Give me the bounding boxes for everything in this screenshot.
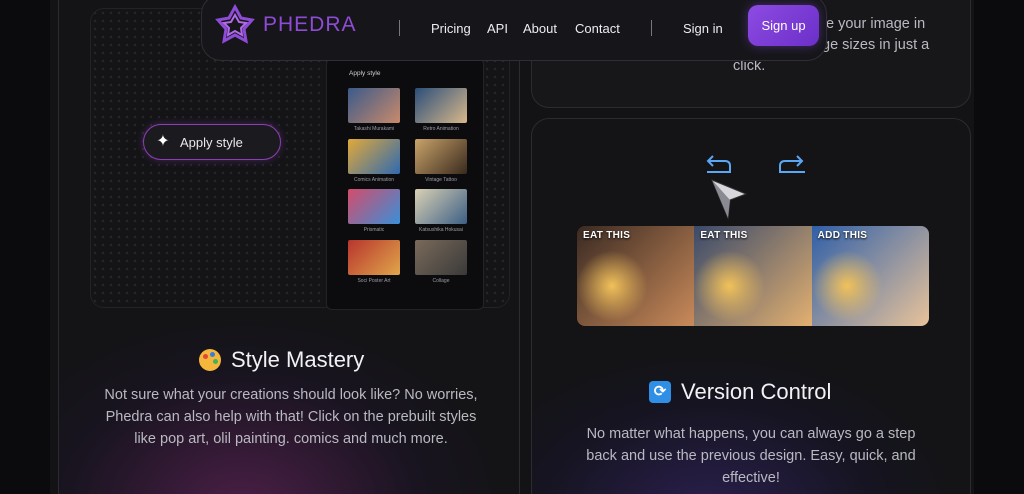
style-option[interactable]: Vintage Tattoo (415, 138, 467, 190)
sign-in-link[interactable]: Sign in (683, 21, 723, 36)
style-option[interactable]: Soci Poster Art (348, 239, 400, 291)
style-option[interactable]: Prismatic (348, 189, 400, 240)
style-option-label: Vintage Tattoo (425, 176, 457, 183)
version-control-heading: ⟳ Version Control (649, 379, 831, 405)
style-picker-panel: Apply style Takashi Murakami Retro Animat… (326, 58, 484, 310)
style-mastery-heading: Style Mastery (199, 347, 364, 373)
style-option-label: Retro Animation (423, 126, 459, 132)
version-control-description: No matter what happens, you can always g… (586, 426, 916, 486)
cursor-icon (711, 179, 748, 220)
nav-link-contact[interactable]: Contact (575, 21, 620, 36)
nav-link-about[interactable]: About (523, 21, 557, 36)
style-thumbnail-grid: Takashi Murakami Retro Animation Comics An… (348, 88, 468, 290)
style-thumbnail-image (348, 138, 400, 174)
style-option-label: Takashi Murakami (353, 126, 395, 132)
style-option-label: Katsushika Hokusai (419, 227, 463, 233)
apply-style-label: Apply style (180, 134, 243, 150)
sync-icon: ⟳ (649, 381, 671, 403)
version-control-title: Version Control (681, 379, 832, 404)
redo-arrow-icon[interactable] (777, 152, 807, 182)
phedra-logo-icon[interactable] (214, 3, 256, 45)
slide-caption: ADD THIS (817, 230, 868, 241)
style-option-label: Collage (432, 277, 450, 284)
style-mastery-title: Style Mastery (231, 347, 365, 372)
style-option[interactable]: Collage (415, 239, 467, 291)
style-picker-title: Apply style (349, 70, 381, 77)
brand-name[interactable]: PHEDRA (263, 13, 357, 37)
sparkle-icon: ✦ (156, 133, 170, 150)
style-option-label: Comics Animation (353, 176, 394, 183)
resize-text-line-2: ge sizes in just a (822, 37, 930, 53)
style-mastery-description: Not sure what your creations should look… (104, 387, 478, 447)
slide-caption: EAT THIS (700, 230, 748, 241)
version-slide: ADD THIS (811, 226, 929, 326)
style-thumbnail-image (348, 189, 400, 224)
style-option[interactable]: Retro Animation (415, 88, 467, 139)
style-thumbnail-image (415, 189, 467, 224)
style-option-label: Soci Poster Art (357, 277, 391, 284)
style-option-label: Prismatic (363, 227, 385, 233)
version-slide: EAT THIS (694, 226, 812, 326)
sign-up-button[interactable]: Sign up (748, 5, 819, 46)
style-option[interactable]: Takashi Murakami (348, 88, 400, 139)
style-thumbnail-image (348, 88, 400, 123)
style-thumbnail-image (415, 138, 467, 174)
style-thumbnail-image (415, 239, 467, 275)
version-carousel[interactable]: EAT THIS EAT THIS ADD THIS (577, 226, 929, 326)
version-slide: EAT THIS (577, 226, 695, 326)
resize-text-line-1: te your image in (822, 16, 926, 32)
slide-caption: EAT THIS (583, 230, 631, 241)
top-navbar: PHEDRA Pricing API About Contact Sign in… (201, 0, 827, 61)
style-option[interactable]: Katsushika Hokusai (415, 189, 467, 240)
style-thumbnail-image (348, 239, 400, 275)
style-option[interactable]: Comics Animation (348, 138, 400, 190)
nav-divider (399, 20, 400, 36)
nav-link-pricing[interactable]: Pricing (431, 21, 471, 36)
palette-icon (199, 349, 221, 371)
nav-link-api[interactable]: API (487, 21, 508, 36)
nav-divider (651, 20, 652, 36)
style-thumbnail-image (415, 88, 467, 123)
apply-style-button[interactable]: ✦ Apply style (143, 124, 281, 160)
